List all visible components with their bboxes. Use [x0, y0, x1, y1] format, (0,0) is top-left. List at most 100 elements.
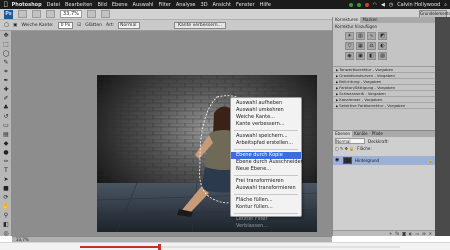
- wifi-icon[interactable]: ◠: [373, 2, 377, 8]
- menu-analyse[interactable]: Analyse: [176, 2, 196, 8]
- levels-icon[interactable]: ▥: [356, 32, 365, 40]
- move-tool-icon[interactable]: ✥: [2, 32, 10, 40]
- layer-row[interactable]: ◉ Hintergrund 🔒: [333, 156, 436, 165]
- healing-brush-tool-icon[interactable]: ✚: [2, 86, 10, 94]
- eyedropper-tool-icon[interactable]: ✒: [2, 77, 10, 85]
- clock-icon[interactable]: ◷: [389, 2, 393, 8]
- shape-tool-icon[interactable]: ■: [2, 185, 10, 193]
- threshold-icon[interactable]: ▨: [378, 52, 387, 60]
- menu-app-name[interactable]: Photoshop: [12, 2, 42, 8]
- menu-ebene[interactable]: Ebene: [112, 2, 128, 8]
- view-extras-button[interactable]: [32, 10, 41, 18]
- arrange-documents-button[interactable]: [86, 10, 96, 18]
- color-balance-icon[interactable]: ⚖: [367, 42, 376, 50]
- dodge-tool-icon[interactable]: ●: [2, 149, 10, 157]
- menu-item-kontur-fuellen[interactable]: Kontur füllen...: [231, 204, 301, 211]
- style-select[interactable]: Normal: [118, 21, 141, 29]
- feather-input[interactable]: 0 Px: [57, 21, 74, 29]
- antialias-checkbox[interactable]: ☑: [77, 23, 81, 28]
- menu-3d[interactable]: 3D: [201, 2, 208, 8]
- vibrance-icon[interactable]: ▽: [345, 42, 354, 50]
- selection-mode-icon[interactable]: ▣: [13, 23, 17, 28]
- folder-icon[interactable]: ▭: [416, 231, 420, 236]
- zoom-level-field[interactable]: 33,7%: [60, 10, 82, 18]
- tab-ebenen[interactable]: Ebenen: [333, 131, 353, 137]
- menu-bearbeiten[interactable]: Bearbeiten: [65, 2, 92, 8]
- menu-datei[interactable]: Datei: [47, 2, 60, 8]
- video-scrubber[interactable]: [0, 242, 450, 250]
- menu-item-kante-verbessern[interactable]: Kante verbessern...: [231, 121, 301, 128]
- brush-tool-icon[interactable]: ✐: [2, 95, 10, 103]
- tab-masken[interactable]: Masken: [360, 17, 379, 23]
- channel-mixer-icon[interactable]: ▣: [356, 52, 365, 60]
- zoom-tool-icon[interactable]: ⚲: [2, 212, 10, 220]
- menu-bild[interactable]: Bild: [97, 2, 106, 8]
- eraser-tool-icon[interactable]: ▭: [2, 122, 10, 130]
- tab-korrekturen[interactable]: Korrekturen: [333, 17, 361, 23]
- collapsed-panels-strip[interactable]: [435, 17, 450, 236]
- screen-mode-button[interactable]: [100, 10, 110, 18]
- path-selection-tool-icon[interactable]: ➤: [2, 176, 10, 184]
- tab-pfade[interactable]: Pfade: [370, 131, 385, 137]
- hue-saturation-icon[interactable]: ▦: [356, 42, 365, 50]
- blur-tool-icon[interactable]: ◆: [2, 140, 10, 148]
- menu-item-weiche-kante[interactable]: Weiche Kante...: [231, 114, 301, 121]
- fx-icon[interactable]: fx: [395, 231, 399, 236]
- menubar-user[interactable]: Calvin Hollywood: [397, 2, 440, 8]
- trash-icon[interactable]: ✕: [429, 231, 432, 236]
- menu-item-flaeche-fuellen[interactable]: Fläche füllen...: [231, 197, 301, 204]
- new-layer-icon[interactable]: ⊞: [422, 231, 425, 236]
- menu-item-neue-ebene[interactable]: Neue Ebene...: [231, 166, 301, 173]
- link-icon[interactable]: ⚭: [389, 231, 392, 236]
- menu-filter[interactable]: Filter: [158, 2, 170, 8]
- refine-edge-button[interactable]: Kante verbessern...: [174, 21, 226, 29]
- lock-icons[interactable]: ▢ ✎ ✥ 🔒: [335, 146, 354, 151]
- quick-mask-icon[interactable]: ◎: [2, 230, 10, 238]
- lasso-icon[interactable]: ◯: [4, 23, 9, 28]
- menu-ansicht[interactable]: Ansicht: [213, 2, 231, 8]
- menu-item-arbeitspfad-erstellen[interactable]: Arbeitspfad erstellen...: [231, 140, 301, 147]
- mask-icon[interactable]: ◙: [402, 231, 406, 236]
- marquee-tool-icon[interactable]: ⬚: [2, 41, 10, 49]
- gradient-tool-icon[interactable]: ▤: [2, 131, 10, 139]
- photo-filter-icon[interactable]: ◉: [345, 52, 354, 60]
- menu-item-auswahl-speichern[interactable]: Auswahl speichern...: [231, 133, 301, 140]
- 3d-rotate-tool-icon[interactable]: ⟳: [2, 194, 10, 202]
- history-brush-tool-icon[interactable]: ↺: [2, 113, 10, 121]
- tab-kanaele[interactable]: Kanäle: [352, 131, 370, 137]
- spotlight-icon[interactable]: ⌕: [444, 2, 447, 8]
- clone-stamp-tool-icon[interactable]: ♣: [2, 104, 10, 112]
- blend-mode-select[interactable]: Normal: [335, 138, 365, 144]
- menu-item-frei-transformieren[interactable]: Frei transformieren: [231, 178, 301, 185]
- menu-auswahl[interactable]: Auswahl: [133, 2, 154, 8]
- eye-icon[interactable]: ◉: [335, 158, 340, 163]
- lasso-tool-icon[interactable]: ◯: [2, 50, 10, 58]
- preset-item[interactable]: Selektive Farbkorrektur - Vorgaben: [333, 103, 435, 109]
- menu-item-auswahl-aufheben[interactable]: Auswahl aufheben: [231, 100, 301, 107]
- quick-selection-tool-icon[interactable]: ✎: [2, 59, 10, 67]
- status-dot-icon: [348, 2, 353, 7]
- exposure-icon[interactable]: ◩: [378, 32, 387, 40]
- type-tool-icon[interactable]: T: [2, 167, 10, 175]
- menu-item-auswahl-umkehren[interactable]: Auswahl umkehren: [231, 107, 301, 114]
- adjustment-layer-icon[interactable]: ◐: [409, 231, 413, 236]
- curves-icon[interactable]: ∿: [367, 32, 376, 40]
- black-white-icon[interactable]: ◐: [378, 42, 387, 50]
- hand-tool-icon[interactable]: ✋: [2, 203, 10, 211]
- scrubber-handle[interactable]: [158, 244, 161, 250]
- brightness-icon[interactable]: ☀: [345, 32, 354, 40]
- menu-item-ebene-durch-ausschneiden[interactable]: Ebene durch Ausschneiden: [231, 159, 304, 166]
- menu-item-ebene-durch-kopie[interactable]: Ebene durch Kopie: [231, 152, 301, 159]
- layers-fill-row: ▢ ✎ ✥ 🔒 Fläche:: [333, 145, 436, 152]
- volume-icon[interactable]: ◀: [381, 2, 385, 8]
- menu-item-auswahl-transformieren[interactable]: Auswahl transformieren: [231, 185, 301, 192]
- menu-fenster[interactable]: Fenster: [236, 2, 255, 8]
- crop-tool-icon[interactable]: ⌗: [2, 68, 10, 76]
- menu-hilfe[interactable]: Hilfe: [260, 2, 271, 8]
- apple-icon[interactable]: : [4, 1, 8, 8]
- bridge-button[interactable]: [18, 10, 27, 18]
- invert-icon[interactable]: ◧: [367, 52, 376, 60]
- pen-tool-icon[interactable]: ✑: [2, 158, 10, 166]
- hand-tool-button[interactable]: [46, 10, 55, 18]
- color-swatches-icon[interactable]: ◧: [2, 221, 10, 229]
